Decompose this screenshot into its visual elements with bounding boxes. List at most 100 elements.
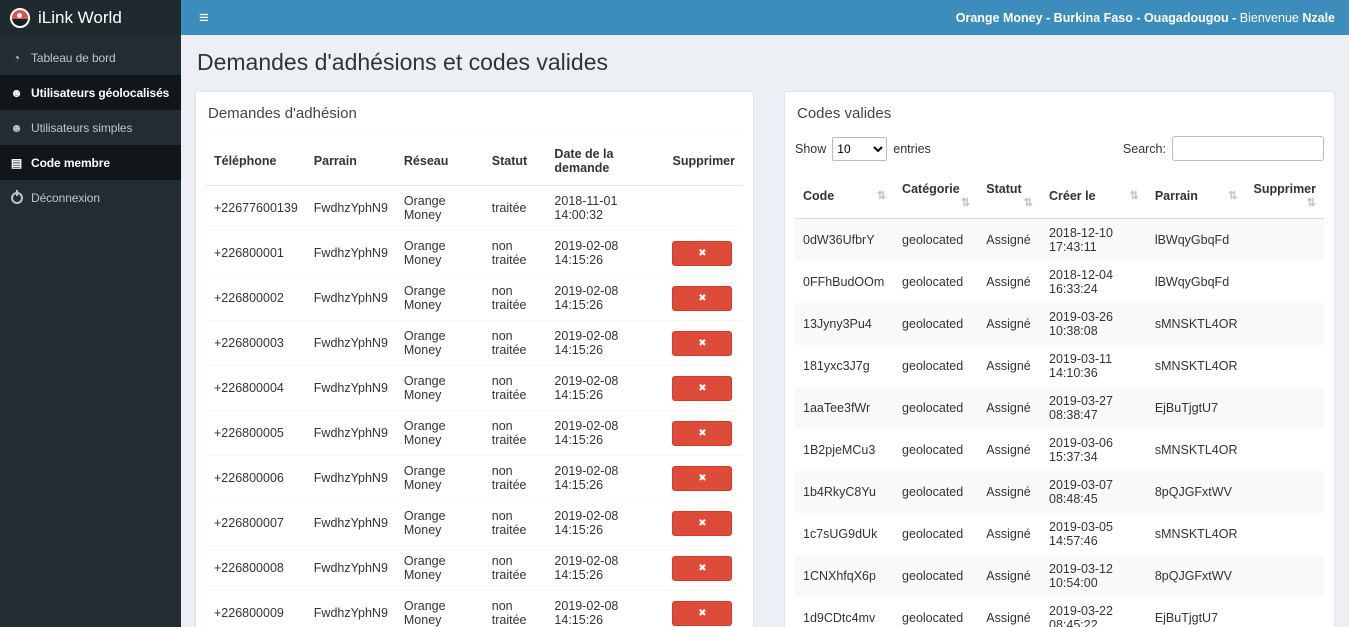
delete-demande-button[interactable]: ✖ xyxy=(672,465,733,491)
code-cell-statut: Assigné xyxy=(986,233,1031,247)
demande-cell-reseau: Orange Money xyxy=(395,410,484,456)
code-cell-creer_le: 2019-03-12 10:54:00 xyxy=(1049,562,1113,590)
sidebar-item-deconnexion[interactable]: Déconnexion xyxy=(0,180,181,215)
demande-cell-reseau: Orange Money xyxy=(395,590,484,627)
code-cell-statut: Assigné xyxy=(986,527,1031,541)
demandes-panel-title: Demandes d'adhésion xyxy=(206,102,743,133)
demande-cell-statut: non traitée xyxy=(483,410,547,456)
sidebar-item-utilisateurs-geolocalises[interactable]: ☻ Utilisateurs géolocalisés xyxy=(0,75,181,110)
codes-col-categorie[interactable]: Catégorie ⇅ xyxy=(894,173,979,219)
demande-cell-supprimer: ✖ xyxy=(664,230,743,276)
demande-cell-telephone: +226800003 xyxy=(206,320,306,366)
show-label: Show xyxy=(795,141,827,156)
sidebar-item-label: Déconnexion xyxy=(31,190,100,205)
brand[interactable]: iLink World xyxy=(0,0,181,35)
code-cell-parrain: sMNSKTL4OR xyxy=(1154,317,1238,331)
delete-demande-button[interactable]: ✖ xyxy=(672,420,733,446)
demande-cell-date: 2019-02-08 14:15:26 xyxy=(546,545,665,591)
sidebar-item-label: Utilisateurs simples xyxy=(31,120,133,135)
codes-col-supprimer[interactable]: Supprimer ⇅ xyxy=(1245,173,1324,219)
code-cell-parrain: EjBuTjgtU7 xyxy=(1154,401,1219,415)
sidebar-toggle-button[interactable]: ≡ xyxy=(181,0,227,35)
sidebar-item-tableau-de-bord[interactable]: ◔ Tableau de bord xyxy=(0,40,181,75)
demande-cell-parrain: FwdhzYphN9 xyxy=(305,545,396,591)
page-title: Demandes d'adhésions et codes valides xyxy=(197,49,608,75)
demandes-header-row: Téléphone Parrain Réseau Statut Date de la d… xyxy=(206,137,743,186)
codes-col-label: Catégorie xyxy=(902,182,960,196)
delete-demande-button[interactable]: ✖ xyxy=(672,240,733,266)
delete-demande-button[interactable]: ✖ xyxy=(672,600,733,626)
code-cell-categorie: geolocated xyxy=(902,401,964,415)
code-cell-supprimer xyxy=(1245,513,1324,555)
code-cell-parrain: sMNSKTL4OR xyxy=(1154,359,1238,373)
demande-row: +226800005 FwdhzYphN9 Orange Money non trai… xyxy=(206,410,743,456)
demande-cell-supprimer: ✖ xyxy=(664,365,743,411)
search-label: Search: xyxy=(1122,141,1166,156)
demande-cell-parrain: FwdhzYphN9 xyxy=(305,455,396,501)
demande-cell-date: 2019-02-08 14:15:26 xyxy=(546,455,665,501)
delete-demande-button[interactable]: ✖ xyxy=(672,555,733,581)
code-cell-creer_le: 2019-03-11 14:10:36 xyxy=(1049,352,1113,380)
demande-cell-statut: non traitée xyxy=(483,275,547,321)
code-row: 1c7sUG9dUk geolocated Assigné 2019-03-05 14… xyxy=(795,513,1324,555)
codes-body: 0dW36UfbrY geolocated Assigné 2018-12-10 17… xyxy=(795,218,1324,627)
brand-icon xyxy=(10,7,30,28)
demandes-col-telephone: Téléphone xyxy=(206,137,306,186)
codes-col-label: Parrain xyxy=(1154,188,1198,203)
delete-demande-button[interactable]: ✖ xyxy=(672,510,733,536)
topbar: ≡ Orange Money - Burkina Faso - Ouagadou… xyxy=(181,0,1349,35)
demande-cell-telephone: +226800001 xyxy=(206,230,306,276)
demande-cell-telephone: +226800004 xyxy=(206,365,306,411)
panels: Demandes d'adhésion Téléphone Parrain Rése… xyxy=(195,91,1335,627)
code-row: 13Jyny3Pu4 geolocated Assigné 2019-03-26 10… xyxy=(795,303,1324,345)
page-length-select[interactable]: 10 xyxy=(832,136,888,161)
codes-col-parrain[interactable]: Parrain ⇅ xyxy=(1146,173,1246,219)
code-cell-creer_le: 2019-03-06 15:37:34 xyxy=(1049,436,1113,464)
demande-cell-statut: non traitée xyxy=(483,590,547,627)
code-cell-code: 1aaTee3fWr xyxy=(803,401,871,415)
search-input[interactable] xyxy=(1172,136,1324,161)
code-cell-categorie: geolocated xyxy=(902,611,964,625)
sort-icon: ⇅ xyxy=(961,197,971,209)
demande-row: +226800009 FwdhzYphN9 Orange Money non trai… xyxy=(206,590,743,627)
code-cell-creer_le: 2018-12-04 16:33:24 xyxy=(1049,268,1113,296)
delete-demande-button[interactable]: ✖ xyxy=(672,375,733,401)
code-cell-categorie: geolocated xyxy=(902,317,964,331)
demande-cell-statut: non traitée xyxy=(483,230,547,276)
codes-header-row: Code ⇅ Catégorie ⇅ Statut ⇅ Créer le ⇅ Parrain ⇅ S… xyxy=(795,173,1324,219)
demande-cell-parrain: FwdhzYphN9 xyxy=(305,365,396,411)
code-cell-code: 1B2pjeMCu3 xyxy=(803,443,876,457)
demande-row: +226800002 FwdhzYphN9 Orange Money non trai… xyxy=(206,275,743,321)
demande-cell-parrain: FwdhzYphN9 xyxy=(305,320,396,366)
demande-cell-date: 2019-02-08 14:15:26 xyxy=(546,410,665,456)
code-cell-statut: Assigné xyxy=(986,317,1031,331)
code-cell-code: 1c7sUG9dUk xyxy=(803,527,878,541)
codes-col-code[interactable]: Code ⇅ xyxy=(795,173,895,219)
code-cell-parrain: 8pQJGFxtWV xyxy=(1154,569,1232,583)
demande-cell-date: 2019-02-08 14:15:26 xyxy=(546,500,665,546)
app-root: iLink World ◔ Tableau de bord ☻ Utilisateur… xyxy=(0,0,1349,627)
demande-row: +226800008 FwdhzYphN9 Orange Money non trai… xyxy=(206,545,743,591)
code-cell-creer_le: 2019-03-22 08:45:22 xyxy=(1049,604,1113,627)
code-cell-code: 0dW36UfbrY xyxy=(803,233,875,247)
codes-col-creer_le[interactable]: Créer le ⇅ xyxy=(1041,173,1147,219)
code-cell-parrain: EjBuTjgtU7 xyxy=(1154,611,1219,625)
sort-icon: ⇅ xyxy=(1129,189,1139,202)
demande-cell-telephone: +22677600139 xyxy=(206,185,306,231)
delete-demande-button[interactable]: ✖ xyxy=(672,330,733,356)
sort-icon: ⇅ xyxy=(876,189,887,202)
demande-cell-supprimer: ✖ xyxy=(664,590,743,627)
delete-demande-button[interactable]: ✖ xyxy=(672,285,733,311)
code-cell-categorie: geolocated xyxy=(902,485,964,499)
codes-col-statut[interactable]: Statut ⇅ xyxy=(978,173,1042,219)
codes-panel: Codes valides Show 10 entries Search: Co… xyxy=(784,91,1335,627)
code-row: 1B2pjeMCu3 geolocated Assigné 2019-03-06 15… xyxy=(795,429,1324,471)
codes-col-label: Supprimer xyxy=(1253,182,1316,196)
sort-icon: ⇅ xyxy=(1306,197,1316,209)
code-cell-code: 1b4RkyC8Yu xyxy=(803,485,876,499)
demandes-body: +22677600139 FwdhzYphN9 Orange Money traité… xyxy=(206,185,743,627)
sidebar-item-utilisateurs-simples[interactable]: ☻ Utilisateurs simples xyxy=(0,110,181,145)
code-row: 1d9CDtc4mv geolocated Assigné 2019-03-22 08… xyxy=(795,597,1324,627)
sidebar-item-code-membre[interactable]: ▤ Code membre xyxy=(0,145,181,180)
sidebar: iLink World ◔ Tableau de bord ☻ Utilisateur… xyxy=(0,0,181,627)
